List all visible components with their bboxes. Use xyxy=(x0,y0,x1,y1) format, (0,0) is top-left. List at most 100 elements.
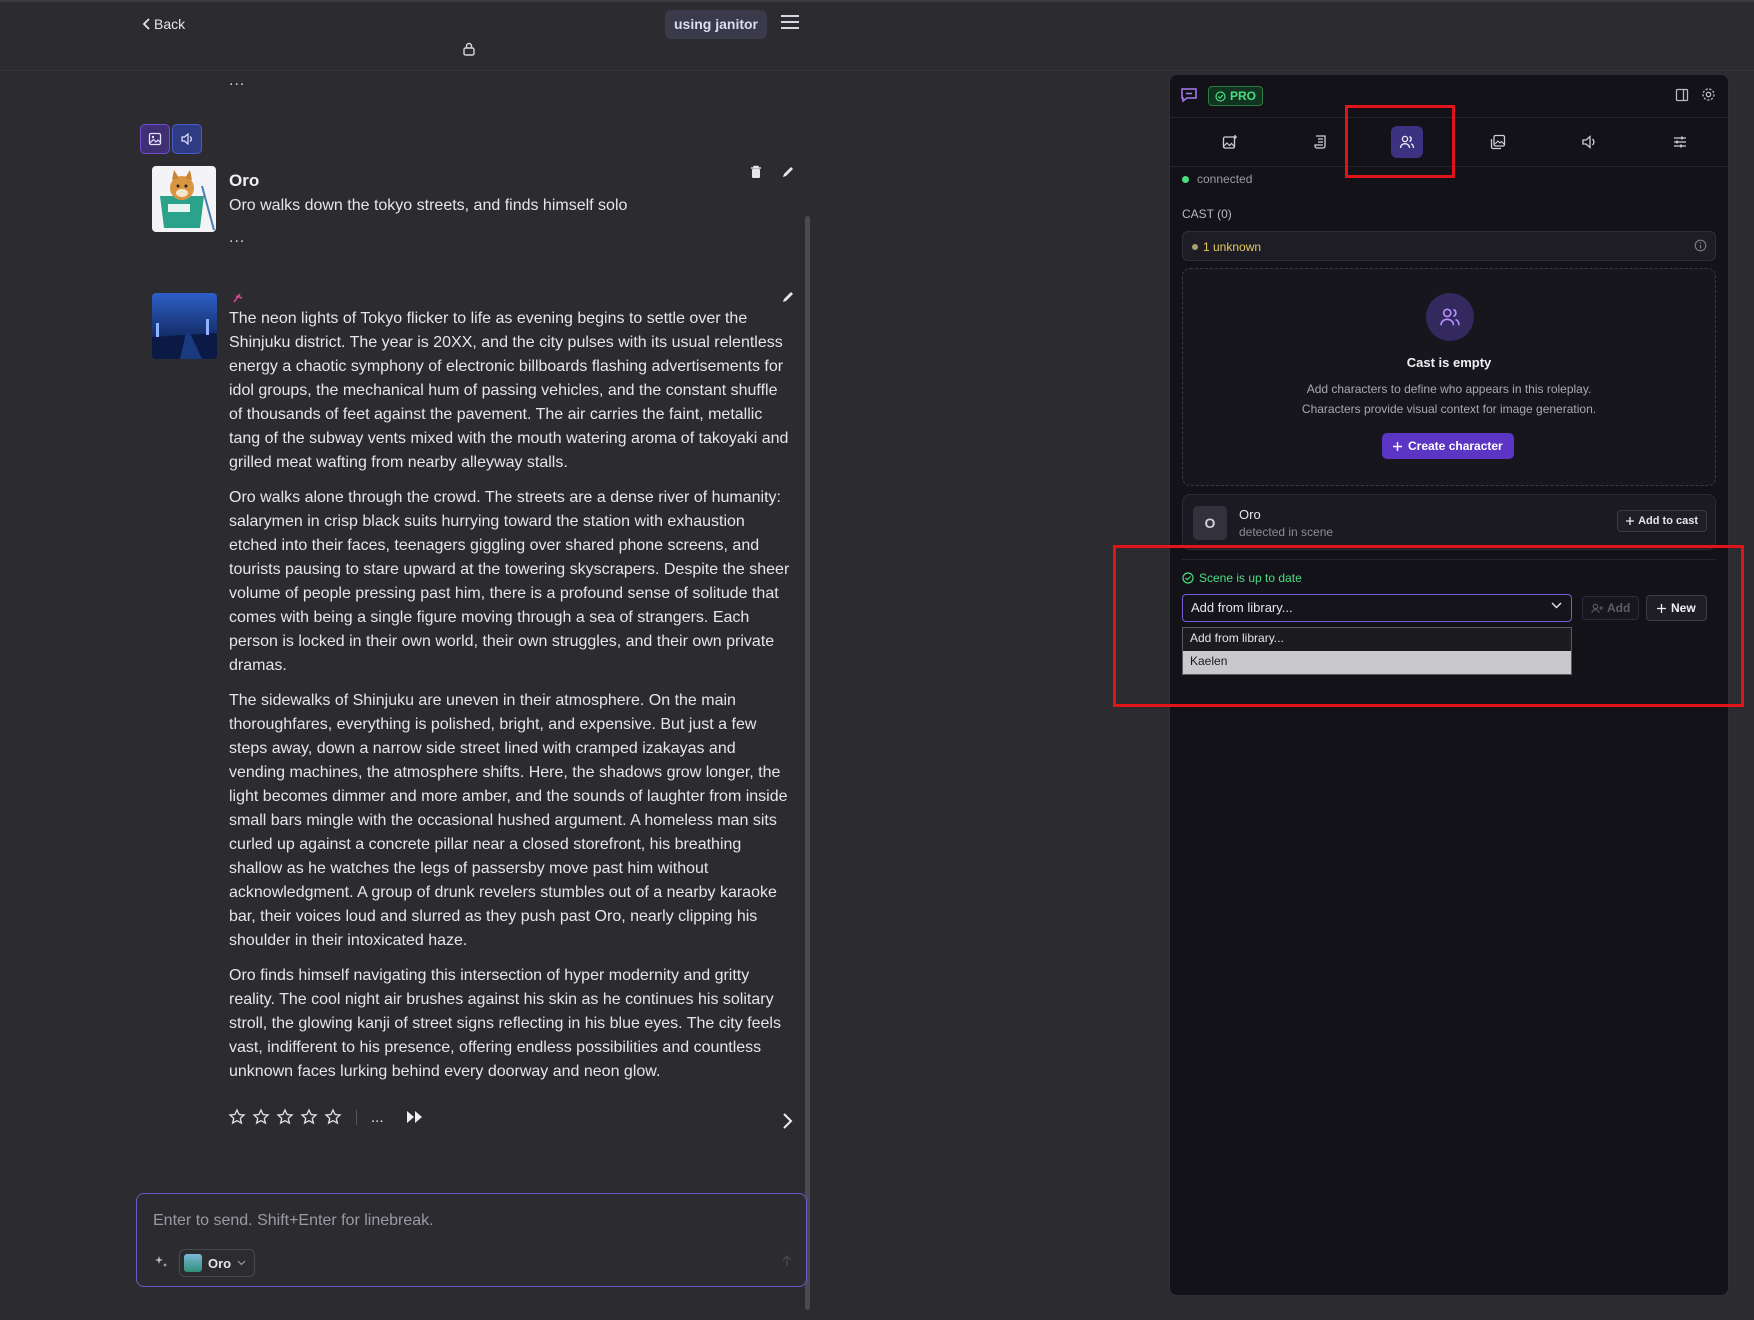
plus-icon xyxy=(1393,441,1402,451)
check-circle-icon xyxy=(1215,90,1226,102)
tab-cast[interactable] xyxy=(1391,126,1423,158)
audio-toggle-button[interactable] xyxy=(172,124,202,154)
user-plus-icon xyxy=(1591,603,1603,613)
star-icon[interactable] xyxy=(228,1108,246,1126)
lock-icon[interactable] xyxy=(462,42,476,61)
story-paragraph: The sidewalks of Shinjuku are uneven in … xyxy=(229,692,788,949)
add-button-label: Add xyxy=(1607,601,1631,615)
persona-selector[interactable]: Oro xyxy=(179,1249,256,1277)
star-icon[interactable] xyxy=(324,1108,342,1126)
library-select-value: Add from library... xyxy=(1191,600,1293,615)
panel-tabs xyxy=(1170,117,1728,167)
rating-separator xyxy=(356,1109,357,1125)
back-label: Back xyxy=(154,16,186,32)
info-icon[interactable] xyxy=(1694,239,1707,257)
dropdown-option-selected[interactable]: Kaelen xyxy=(1183,651,1571,674)
first-message: Oro walks down the tokyo streets, and fi… xyxy=(229,197,628,214)
message-composer: Oro xyxy=(136,1193,807,1287)
scene-status-text: Scene is up to date xyxy=(1199,571,1302,585)
chevron-right-icon[interactable] xyxy=(781,1112,793,1135)
sliders-icon xyxy=(1674,136,1686,148)
gear-icon[interactable] xyxy=(1701,87,1716,107)
character-avatar[interactable] xyxy=(152,166,216,232)
star-icon[interactable] xyxy=(300,1108,318,1126)
status-dot xyxy=(1182,175,1189,183)
chevron-down-icon xyxy=(1551,602,1562,609)
scene-status: Scene is up to date xyxy=(1182,571,1302,585)
persona-avatar xyxy=(184,1254,202,1272)
plus-icon xyxy=(1657,603,1666,613)
empty-description: Add characters to define who appears in … xyxy=(1183,379,1715,419)
message-more-dots[interactable]: ... xyxy=(229,229,245,247)
gallery-icon xyxy=(1490,134,1506,150)
image-add-icon xyxy=(1222,135,1237,149)
rating-more-dots[interactable]: ... xyxy=(371,1109,384,1126)
dropdown-option[interactable]: Add from library... xyxy=(1183,628,1571,651)
janitor-button[interactable]: using janitor xyxy=(665,10,767,39)
chat-bubble-icon xyxy=(1180,87,1198,108)
unknown-characters-row[interactable]: 1 unknown xyxy=(1182,231,1716,261)
detected-name: Oro xyxy=(1239,507,1261,522)
library-select[interactable]: Add from library... xyxy=(1182,594,1572,622)
pro-label: PRO xyxy=(1230,89,1257,103)
media-buttons xyxy=(140,124,202,154)
story-paragraph: Oro walks alone through the crowd. The s… xyxy=(229,489,790,674)
new-button-label: New xyxy=(1671,601,1696,615)
more-dots[interactable]: ... xyxy=(229,72,245,90)
star-icon[interactable] xyxy=(252,1108,270,1126)
empty-cast-box: Cast is empty Add characters to define w… xyxy=(1182,268,1716,486)
speaker-icon xyxy=(181,132,192,146)
speaker-icon xyxy=(1582,135,1595,149)
top-divider xyxy=(0,70,1754,71)
magic-wand-icon[interactable] xyxy=(151,1254,169,1275)
panel-divider xyxy=(1182,559,1716,560)
cast-label: CAST (0) xyxy=(1182,207,1232,221)
empty-desc-line: Add characters to define who appears in … xyxy=(1306,382,1592,396)
tab-settings[interactable] xyxy=(1664,126,1696,158)
edit-pencil-icon[interactable] xyxy=(781,165,795,184)
message-input[interactable] xyxy=(153,1212,753,1230)
chat-scrollbar[interactable] xyxy=(805,216,810,1310)
scene-image[interactable] xyxy=(152,293,217,359)
back-button[interactable]: Back xyxy=(142,16,185,32)
add-to-cast-button[interactable]: Add to cast xyxy=(1617,510,1707,532)
story-paragraph: Oro finds himself navigating this inters… xyxy=(229,967,781,1080)
fast-forward-icon[interactable] xyxy=(406,1110,424,1124)
users-icon xyxy=(1399,135,1415,149)
character-name: Oro xyxy=(229,171,260,190)
empty-title: Cast is empty xyxy=(1406,355,1492,370)
create-character-label: Create character xyxy=(1408,439,1503,453)
new-button[interactable]: New xyxy=(1646,595,1707,621)
image-icon xyxy=(148,132,162,146)
chevron-down-icon xyxy=(237,1260,246,1266)
send-arrow-icon[interactable] xyxy=(780,1254,794,1273)
users-icon xyxy=(1426,293,1474,341)
star-icon[interactable] xyxy=(276,1108,294,1126)
detected-character-row: O Oro detected in scene Add to cast xyxy=(1182,494,1716,550)
tab-gallery[interactable] xyxy=(1482,126,1514,158)
persona-name: Oro xyxy=(208,1255,232,1271)
tab-image-edit[interactable] xyxy=(1214,126,1246,158)
story-paragraph: The neon lights of Tokyo flicker to life… xyxy=(229,310,789,471)
library-dropdown: Add from library... Kaelen xyxy=(1182,627,1572,675)
empty-desc-line: Characters provide visual context for im… xyxy=(1301,402,1597,416)
tab-audio[interactable] xyxy=(1573,126,1605,158)
check-circle-icon xyxy=(1182,572,1194,584)
detected-subtitle: detected in scene xyxy=(1239,525,1334,539)
image-toggle-button[interactable] xyxy=(140,124,170,154)
add-to-cast-label: Add to cast xyxy=(1638,515,1698,527)
panel-layout-icon[interactable] xyxy=(1675,88,1689,107)
status-text: connected xyxy=(1197,172,1253,186)
story-message: The neon lights of Tokyo flicker to life… xyxy=(229,307,795,1095)
trash-icon[interactable] xyxy=(750,165,762,184)
character-initial: O xyxy=(1193,506,1227,540)
tab-script[interactable] xyxy=(1305,126,1337,158)
side-panel: PRO connected CAST (0) 1 unknown Cast is… xyxy=(1169,74,1729,1296)
add-button[interactable]: Add xyxy=(1582,596,1640,620)
unknown-label: 1 unknown xyxy=(1203,240,1262,254)
unknown-dot xyxy=(1192,244,1198,250)
hamburger-menu-icon[interactable] xyxy=(780,14,800,35)
top-bar: Back using janitor xyxy=(0,0,1754,70)
create-character-button[interactable]: Create character xyxy=(1382,433,1514,459)
rating-bar: ... xyxy=(228,1108,424,1126)
